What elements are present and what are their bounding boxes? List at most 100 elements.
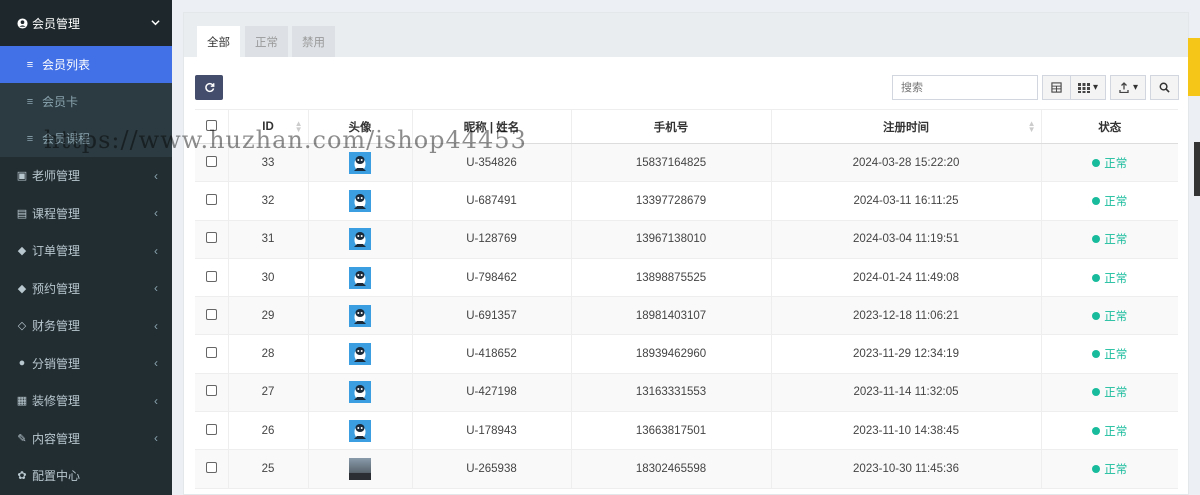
tab-disabled[interactable]: 禁用	[292, 26, 335, 57]
table-row[interactable]: 31 U-128769 13967138010 2024-03-04 11:19:51…	[195, 220, 1178, 259]
cell-avatar	[307, 449, 412, 489]
row-checkbox[interactable]	[205, 193, 217, 205]
table-row[interactable]: 33 U-354826 15837164825 2024-03-28 15:22:20…	[195, 143, 1178, 183]
cell-registered: 2023-11-14 11:32:05	[770, 373, 1041, 413]
users-icon: ●	[18, 357, 26, 370]
sidebar-item-teacher[interactable]: ▣ 老师管理 ‹	[0, 157, 172, 195]
status-badge: 正常	[1092, 270, 1127, 286]
sidebar-item-finance[interactable]: ◇ 财务管理 ‹	[0, 307, 172, 345]
row-select-cell	[195, 220, 228, 259]
cell-status: 正常	[1040, 411, 1178, 451]
sort-icon: ▲ ▼	[294, 119, 303, 134]
row-select-cell	[195, 411, 228, 451]
status-dot-icon	[1092, 311, 1101, 320]
status-tabs: 全部 正常 禁用	[184, 13, 1188, 57]
column-header-registered[interactable]: 注册时间 ▲ ▼	[770, 109, 1041, 144]
row-checkbox[interactable]	[205, 462, 217, 474]
status-dot-icon	[1092, 350, 1101, 359]
cell-registered: 2023-11-29 12:34:19	[770, 334, 1041, 374]
column-header-status: 状态	[1040, 109, 1178, 144]
cell-status: 正常	[1040, 334, 1178, 374]
row-checkbox[interactable]	[205, 155, 217, 167]
export-button[interactable]: ▾	[1110, 75, 1146, 100]
table-row[interactable]: 27 U-427198 13163331553 2023-11-14 11:32:05…	[195, 373, 1178, 413]
cell-avatar	[307, 373, 412, 413]
chevron-left-icon: ‹	[154, 393, 158, 408]
cell-phone: 13898875525	[570, 258, 771, 298]
sidebar-item-label: 会员列表	[42, 58, 91, 72]
row-select-cell	[195, 449, 228, 489]
table-row[interactable]: 30 U-798462 13898875525 2024-01-24 11:49:08…	[195, 258, 1178, 298]
sidebar-group-member[interactable]: 会员管理	[0, 0, 172, 46]
search-button[interactable]	[1150, 75, 1179, 100]
cell-phone: 13967138010	[570, 220, 771, 259]
caret-down-icon: ▾	[1092, 82, 1099, 93]
row-select-cell	[195, 181, 228, 221]
tab-normal[interactable]: 正常	[245, 26, 288, 57]
toggle-view-button[interactable]	[1042, 75, 1071, 100]
member-table: ID ▲ ▼ 头像 昵称 | 姓名 手机号 注册时间 ▲ ▼ 状态 33 U-354826…	[195, 109, 1178, 489]
export-icon	[1119, 82, 1129, 93]
cell-registered: 2024-03-11 16:11:25	[770, 181, 1041, 221]
row-checkbox[interactable]	[205, 232, 217, 244]
cell-phone: 13163331553	[570, 373, 771, 413]
sidebar-item-label: 内容管理	[32, 431, 81, 446]
column-header-id[interactable]: ID ▲ ▼	[227, 109, 308, 144]
columns-grid-icon	[1077, 82, 1090, 93]
table-row[interactable]: 32 U-687491 13397728679 2024-03-11 16:11:25…	[195, 181, 1178, 221]
columns-button[interactable]: ▾	[1070, 75, 1106, 100]
avatar	[349, 458, 371, 481]
table-row[interactable]: 25 U-265938 18302465598 2023-10-30 11:45:36…	[195, 449, 1178, 489]
row-checkbox[interactable]	[205, 308, 217, 320]
status-dot-icon	[1092, 388, 1101, 397]
cell-avatar	[307, 220, 412, 259]
sidebar-item-label: 订单管理	[32, 244, 81, 259]
sidebar-item-label: 老师管理	[32, 169, 81, 184]
sidebar-item-distribution[interactable]: ● 分销管理 ‹	[0, 345, 172, 383]
sidebar-item-member-list[interactable]: ≡ 会员列表	[0, 46, 172, 83]
sidebar-item-member-card[interactable]: ≡ 会员卡	[0, 83, 172, 120]
table-row[interactable]: 26 U-178943 13663817501 2023-11-10 14:38:45…	[195, 411, 1178, 451]
sidebar-group-label: 会员管理	[32, 16, 81, 31]
column-header-nickname: 昵称 | 姓名	[411, 109, 571, 144]
row-checkbox[interactable]	[205, 270, 217, 282]
sidebar-item-order[interactable]: ◆ 订单管理 ‹	[0, 232, 172, 270]
cell-registered: 2024-01-24 11:49:08	[770, 258, 1041, 298]
status-badge: 正常	[1092, 384, 1127, 400]
sidebar-item-label: 分销管理	[32, 356, 81, 371]
row-checkbox[interactable]	[205, 423, 217, 435]
row-checkbox[interactable]	[205, 347, 217, 359]
cell-avatar	[307, 143, 412, 183]
table-toolbar: ▾ ▾	[195, 75, 1179, 101]
select-all-checkbox[interactable]	[205, 119, 217, 131]
sidebar-item-member-course[interactable]: ≡ 会员课程	[0, 120, 172, 157]
cell-id: 28	[227, 334, 308, 374]
search-input[interactable]	[892, 75, 1038, 100]
cell-nickname: U-418652	[411, 334, 571, 374]
row-checkbox[interactable]	[205, 385, 217, 397]
cell-status: 正常	[1040, 143, 1178, 183]
cell-id: 30	[227, 258, 308, 298]
status-badge: 正常	[1092, 231, 1127, 247]
sidebar-item-design[interactable]: ▦ 装修管理 ‹	[0, 382, 172, 420]
column-header-phone: 手机号	[570, 109, 771, 144]
sidebar-item-settings[interactable]: ✿ 配置中心	[0, 457, 172, 495]
cell-avatar	[307, 181, 412, 221]
list-icon: ≡	[26, 58, 34, 71]
chevron-left-icon: ‹	[154, 431, 158, 446]
avatar	[349, 151, 371, 174]
side-tab-yellow[interactable]	[1188, 38, 1200, 96]
sidebar-item-content[interactable]: ✎ 内容管理 ‹	[0, 420, 172, 458]
list-icon: ≡	[26, 95, 34, 108]
table-view-icon	[1051, 82, 1062, 93]
cell-nickname: U-128769	[411, 220, 571, 259]
side-tab-dark[interactable]	[1194, 142, 1200, 196]
tab-all[interactable]: 全部	[197, 26, 240, 57]
cell-status: 正常	[1040, 373, 1178, 413]
sidebar-item-course[interactable]: ▤ 课程管理 ‹	[0, 195, 172, 233]
sidebar-item-booking[interactable]: ◆ 预约管理 ‹	[0, 270, 172, 308]
table-row[interactable]: 29 U-691357 18981403107 2023-12-18 11:06:21…	[195, 296, 1178, 336]
status-badge: 正常	[1092, 423, 1127, 439]
table-row[interactable]: 28 U-418652 18939462960 2023-11-29 12:34:19…	[195, 334, 1178, 374]
refresh-button[interactable]	[195, 75, 223, 100]
